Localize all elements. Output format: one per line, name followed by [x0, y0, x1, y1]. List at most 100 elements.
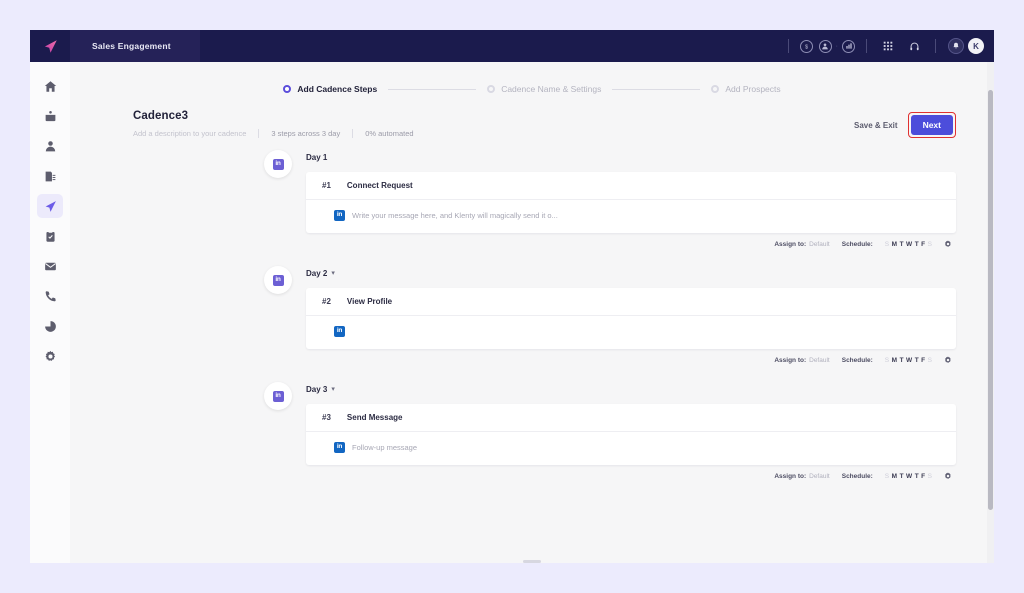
step-cadence-name-settings[interactable]: Cadence Name & Settings — [487, 84, 601, 94]
cadence-step-block: in Day 3 ▾ #3 Send Message in Follow-up … — [70, 382, 956, 480]
cadence-meta: Add a description to your cadence 3 step… — [133, 129, 854, 138]
schedule-day[interactable]: F — [921, 241, 925, 248]
schedule-day[interactable]: S — [885, 473, 889, 480]
sidebar-item-home[interactable] — [37, 74, 63, 98]
step-message: Write your message here, and Klenty will… — [352, 211, 558, 220]
bell-icon[interactable] — [948, 38, 964, 54]
schedule-day[interactable]: T — [900, 473, 904, 480]
schedule-label: Schedule: — [841, 472, 873, 480]
schedule-day[interactable]: S — [928, 473, 932, 480]
person-circle-icon[interactable] — [818, 39, 832, 53]
cadence-step-block: in Day 1 #1 Connect Request in Write you… — [70, 150, 956, 248]
cadence-header-left: Cadence3 Add a description to your caden… — [133, 110, 854, 138]
linkedin-icon: in — [334, 326, 345, 337]
grid-apps-icon[interactable] — [880, 38, 896, 54]
phone-icon — [45, 290, 56, 301]
schedule-day[interactable]: M — [892, 357, 897, 364]
assign-to-value[interactable]: Default — [809, 241, 830, 248]
schedule-day[interactable]: T — [900, 357, 904, 364]
assign-to-value[interactable]: Default — [809, 357, 830, 364]
linkedin-channel-avatar: in — [264, 382, 292, 410]
schedule-days[interactable]: S M T W T F S — [885, 241, 932, 248]
step-card[interactable]: #1 Connect Request in Write your message… — [306, 172, 956, 233]
schedule-day[interactable]: S — [928, 241, 932, 248]
sidebar-item-reports[interactable] — [37, 164, 63, 188]
app-logo[interactable] — [30, 30, 70, 62]
assign-to-value[interactable]: Default — [809, 473, 830, 480]
inbox-icon — [45, 110, 55, 121]
schedule-day[interactable]: M — [892, 473, 897, 480]
day-header[interactable]: Day 2 ▾ — [306, 266, 956, 280]
step-radio-icon — [487, 85, 496, 93]
day-label: Day 1 — [306, 152, 328, 162]
left-sidebar — [30, 62, 70, 563]
schedule-day[interactable]: M — [892, 241, 897, 248]
step-settings-gear-icon[interactable] — [944, 240, 952, 248]
gear-icon — [45, 350, 55, 361]
schedule-day[interactable]: S — [885, 241, 889, 248]
chevron-down-icon[interactable]: ▾ — [331, 270, 335, 277]
schedule-day[interactable]: T — [900, 241, 904, 248]
schedule-days[interactable]: S M T W T F S — [885, 473, 932, 480]
step-add-prospects[interactable]: Add Prospects — [711, 84, 781, 94]
cadence-description-input[interactable]: Add a description to your cadence — [133, 129, 246, 138]
next-button[interactable]: Next — [910, 115, 953, 135]
chart-circle-icon[interactable] — [842, 39, 855, 53]
top-bar: Sales Engagement $ · K — [30, 30, 994, 62]
schedule-day[interactable]: S — [928, 357, 932, 364]
step-add-cadence-steps[interactable]: Add Cadence Steps — [283, 84, 377, 94]
add-step-button-partial[interactable] — [70, 560, 994, 563]
step-card-body[interactable]: in Follow-up message — [306, 432, 956, 465]
schedule-day[interactable]: W — [906, 241, 912, 248]
step-label: Add Prospects — [725, 84, 781, 94]
schedule-day[interactable]: F — [921, 473, 925, 480]
step-card[interactable]: #2 View Profile in — [306, 288, 956, 349]
sidebar-item-settings[interactable] — [37, 344, 63, 368]
step-card-body[interactable]: in — [306, 316, 956, 349]
sidebar-item-inbox[interactable] — [37, 104, 63, 128]
day-header: Day 1 — [306, 150, 956, 164]
step-card[interactable]: #3 Send Message in Follow-up message — [306, 404, 956, 465]
step-connector — [612, 88, 701, 90]
schedule-day[interactable]: T — [915, 473, 919, 480]
save-and-exit-button[interactable]: Save & Exit — [854, 121, 898, 130]
step-number: #3 — [322, 413, 331, 422]
meta-divider — [352, 129, 354, 138]
sidebar-item-tasks[interactable] — [37, 224, 63, 248]
schedule-day[interactable]: T — [915, 241, 919, 248]
step-settings-gear-icon[interactable] — [944, 472, 952, 480]
step-settings-gear-icon[interactable] — [944, 356, 952, 364]
automated-summary: 0% automated — [365, 129, 414, 138]
cadence-header-actions: Save & Exit Next — [854, 110, 956, 138]
content-scrollbar[interactable] — [987, 62, 994, 563]
day-header[interactable]: Day 3 ▾ — [306, 382, 956, 396]
step-card-body[interactable]: in Write your message here, and Klenty w… — [306, 200, 956, 233]
page-title[interactable]: Cadence3 — [133, 110, 854, 122]
schedule-day[interactable]: W — [906, 357, 912, 364]
assign-to-label: Assign to: — [774, 240, 807, 248]
step-card-header: #2 View Profile — [306, 288, 956, 316]
sidebar-item-analytics[interactable] — [37, 314, 63, 338]
headset-icon[interactable] — [906, 38, 922, 54]
user-avatar[interactable]: K — [968, 38, 984, 54]
sidebar-item-prospects[interactable] — [37, 134, 63, 158]
sidebar-item-calls[interactable] — [37, 284, 63, 308]
nav-tab-sales-engagement[interactable]: Sales Engagement — [70, 30, 200, 62]
schedule-day[interactable]: T — [915, 357, 919, 364]
schedule-days[interactable]: S M T W T F S — [885, 357, 932, 364]
dollar-circle-icon[interactable]: $ — [799, 39, 813, 53]
linkedin-icon: in — [272, 158, 284, 170]
schedule-day[interactable]: S — [885, 357, 889, 364]
chevron-down-icon[interactable]: ▾ — [331, 386, 335, 393]
step-name: Connect Request — [346, 181, 413, 190]
step-card-footer: Assign to: Default Schedule: S M T W T F… — [306, 465, 956, 480]
sidebar-item-email[interactable] — [37, 254, 63, 278]
main-content: Add Cadence Steps Cadence Name & Setting… — [70, 62, 994, 563]
top-bar-actions: $ · K — [780, 30, 994, 62]
envelope-icon — [44, 262, 56, 270]
scrollbar-thumb[interactable] — [988, 90, 993, 510]
schedule-day[interactable]: F — [921, 357, 925, 364]
app-window: Sales Engagement $ · K Add Cadence Steps… — [30, 30, 994, 563]
sidebar-item-cadence[interactable] — [37, 194, 63, 218]
schedule-day[interactable]: W — [906, 473, 912, 480]
